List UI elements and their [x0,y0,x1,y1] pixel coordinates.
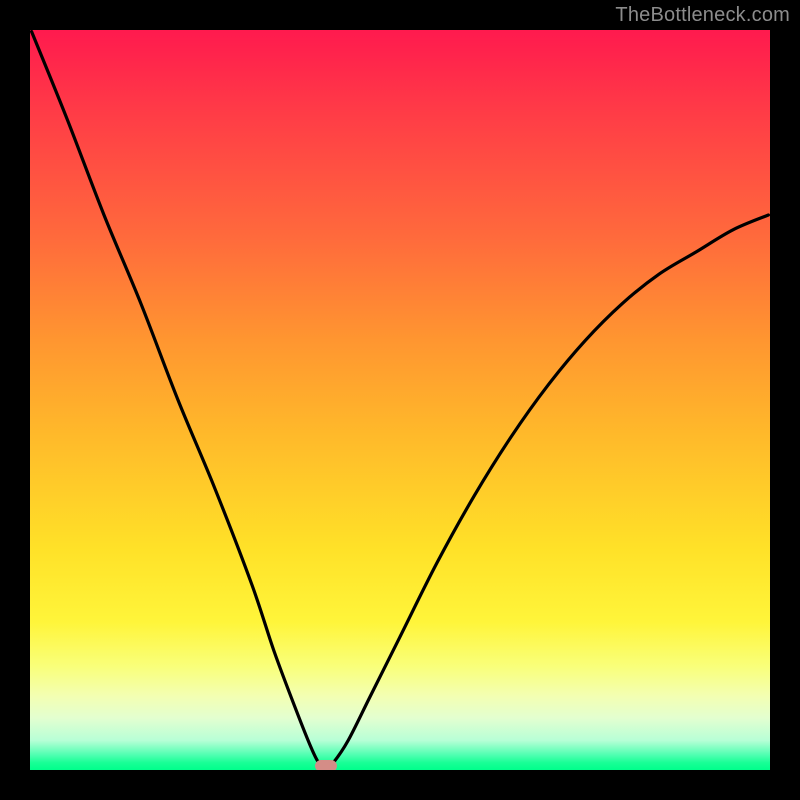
chart-frame: TheBottleneck.com [0,0,800,800]
plot-area [30,30,770,770]
bottleneck-curve [30,30,770,770]
minimum-marker [315,760,337,770]
watermark-text: TheBottleneck.com [615,4,790,27]
